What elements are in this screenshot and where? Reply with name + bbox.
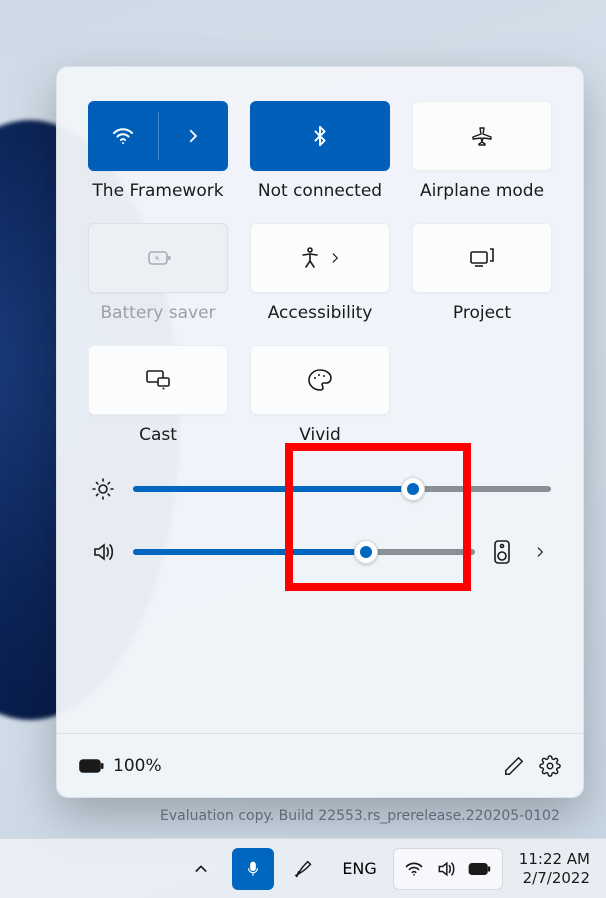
edit-quick-settings-button[interactable] xyxy=(503,755,525,777)
audio-expand-button[interactable] xyxy=(529,545,551,559)
quick-settings-panel: The Framework Not connected Airplane mod… xyxy=(56,66,584,798)
system-tray[interactable] xyxy=(393,848,503,890)
taskbar: ENG 11:22 AM 2/7/2022 xyxy=(0,838,606,898)
windows-watermark: Evaluation copy. Build 22553.rs_prerelea… xyxy=(160,808,560,824)
volume-thumb[interactable] xyxy=(354,540,378,564)
project-icon xyxy=(469,247,495,269)
wifi-tile[interactable] xyxy=(88,101,228,171)
battery-saver-tile xyxy=(88,223,228,293)
clock-time: 11:22 AM xyxy=(519,850,590,869)
brightness-slider-row xyxy=(89,477,551,501)
palette-icon xyxy=(307,368,333,392)
audio-output-button[interactable] xyxy=(491,539,513,565)
project-label: Project xyxy=(453,303,511,323)
settings-button[interactable] xyxy=(539,755,561,777)
accessibility-tile[interactable] xyxy=(250,223,390,293)
bluetooth-tile[interactable] xyxy=(250,101,390,171)
airplane-icon xyxy=(470,124,494,148)
quick-settings-grid: The Framework Not connected Airplane mod… xyxy=(57,67,583,455)
wifi-label: The Framework xyxy=(92,181,223,201)
volume-tray-icon xyxy=(436,859,456,879)
battery-tray-icon xyxy=(468,861,492,877)
sliders-section xyxy=(57,455,583,575)
bluetooth-icon xyxy=(309,125,331,147)
wifi-tray-icon xyxy=(404,859,424,879)
clock[interactable]: 11:22 AM 2/7/2022 xyxy=(513,850,596,888)
brightness-slider[interactable] xyxy=(133,486,551,492)
brightness-thumb[interactable] xyxy=(401,477,425,501)
panel-footer: 100% xyxy=(57,733,583,797)
wifi-expand[interactable] xyxy=(159,102,228,170)
cast-label: Cast xyxy=(139,425,177,445)
battery-saver-label: Battery saver xyxy=(100,303,215,323)
wifi-toggle[interactable] xyxy=(89,102,158,170)
project-tile[interactable] xyxy=(412,223,552,293)
airplane-mode-tile[interactable] xyxy=(412,101,552,171)
battery-saver-icon xyxy=(144,247,172,269)
brightness-icon xyxy=(89,477,117,501)
accessibility-icon xyxy=(298,246,322,270)
clock-date: 2/7/2022 xyxy=(523,869,590,888)
bluetooth-label: Not connected xyxy=(258,181,382,201)
cast-icon xyxy=(145,369,171,391)
microphone-indicator[interactable] xyxy=(232,848,274,890)
vivid-label: Vivid xyxy=(299,425,341,445)
wifi-icon xyxy=(111,124,135,148)
volume-slider-row xyxy=(89,539,551,565)
cast-tile[interactable] xyxy=(88,345,228,415)
chevron-right-icon xyxy=(328,251,342,265)
accessibility-label: Accessibility xyxy=(268,303,373,323)
pen-tray-button[interactable] xyxy=(284,848,326,890)
battery-icon xyxy=(79,757,105,775)
vivid-tile[interactable] xyxy=(250,345,390,415)
battery-text: 100% xyxy=(113,756,162,776)
language-indicator[interactable]: ENG xyxy=(336,848,382,890)
chevron-right-icon xyxy=(184,127,202,145)
volume-slider[interactable] xyxy=(133,549,475,555)
tray-overflow-button[interactable] xyxy=(180,848,222,890)
airplane-mode-label: Airplane mode xyxy=(420,181,544,201)
volume-icon xyxy=(89,540,117,564)
